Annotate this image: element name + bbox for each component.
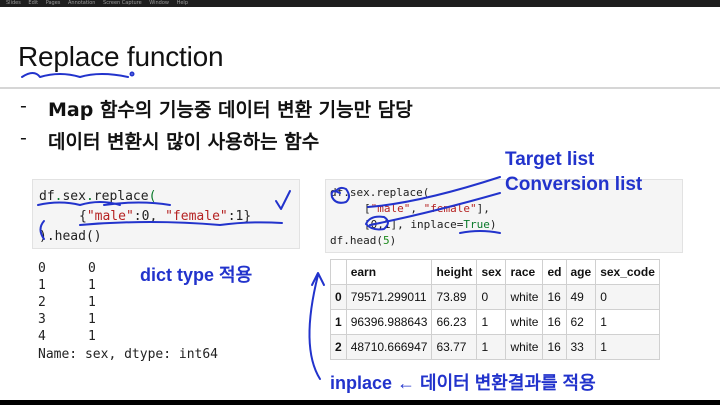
table-cell: 16 xyxy=(542,284,567,310)
table-cell: 1 xyxy=(595,309,660,335)
series-row: 11 xyxy=(38,278,96,293)
table-cell: 16 xyxy=(542,334,567,360)
menu-annotation[interactable]: Annotation xyxy=(68,0,95,6)
table-cell: white xyxy=(505,284,544,310)
series-row: 21 xyxy=(38,295,96,310)
menu-window[interactable]: Window xyxy=(149,0,169,6)
table-cell: 1 xyxy=(330,309,347,335)
table-cell: 96396.988643 xyxy=(345,309,433,335)
table-cell: 73.89 xyxy=(431,284,478,310)
table-cell: 0 xyxy=(476,284,507,310)
column-header: age xyxy=(565,259,597,285)
table-cell: 63.77 xyxy=(431,334,478,360)
table-cell: 1 xyxy=(476,334,507,360)
bullet-marker: - xyxy=(20,127,27,149)
table-cell: 1 xyxy=(476,309,507,335)
table-cell: 66.23 xyxy=(431,309,478,335)
table-cell: 1 xyxy=(595,334,660,360)
menu-slides[interactable]: Slides xyxy=(6,0,21,6)
column-header: ed xyxy=(542,259,567,285)
column-header: earn xyxy=(345,259,433,285)
column-header: sex xyxy=(476,259,507,285)
table-header-row: earn height sex race ed age sex_code xyxy=(330,259,660,285)
bullet-marker: - xyxy=(20,95,27,117)
menu-screen-capture[interactable]: Screen Capture xyxy=(103,0,142,6)
menu-edit[interactable]: Edit xyxy=(28,0,38,6)
code-line: df.sex.replace( xyxy=(330,186,430,199)
table-cell: 2 xyxy=(330,334,347,360)
series-row: 00 xyxy=(38,261,96,276)
dataframe-table: earn height sex race ed age sex_code 0 7… xyxy=(330,259,660,360)
annotation-conversion-list: Conversion list xyxy=(505,174,643,195)
menu-pages[interactable]: Pages xyxy=(46,0,61,6)
table-row: 1 96396.988643 66.23 1 white 16 62 1 xyxy=(330,309,660,335)
series-row: 31 xyxy=(38,312,96,327)
table-cell: 49 xyxy=(565,284,597,310)
table-cell: 0 xyxy=(330,284,347,310)
table-cell: white xyxy=(505,309,544,335)
inplace-arrow-ink xyxy=(308,272,325,380)
table-row: 2 48710.666947 63.77 1 white 16 33 1 xyxy=(330,334,660,360)
code-line: ["male", "female"], xyxy=(364,202,490,215)
code-line: {"male":0, "female":1} xyxy=(79,209,252,224)
bullet-text: Map 함수의 기능중 데이터 변환 기능만 담당 xyxy=(48,99,413,121)
code-cell-dict-replace: df.sex.replace( {"male":0, "female":1} )… xyxy=(32,179,300,249)
slide-title: Replace function xyxy=(18,41,224,72)
code-line: ).head() xyxy=(39,229,102,244)
column-header: race xyxy=(505,259,544,285)
slide-canvas: Replace function - Map 함수의 기능중 데이터 변환 기능… xyxy=(0,7,720,400)
column-header xyxy=(330,259,347,285)
annotation-target-list: Target list xyxy=(505,149,595,170)
code-line: df.head(5) xyxy=(330,234,397,247)
bottom-bar xyxy=(0,400,720,405)
table-cell: 48710.666947 xyxy=(345,334,433,360)
series-footer: Name: sex, dtype: int64 xyxy=(38,347,219,362)
series-row: 41 xyxy=(38,329,96,344)
table-row: 0 79571.299011 73.89 0 white 16 49 0 xyxy=(330,284,660,310)
code-line: [0,1], inplace=True) xyxy=(364,218,497,231)
table-cell: 16 xyxy=(542,309,567,335)
table-cell: 0 xyxy=(595,284,660,310)
column-header: height xyxy=(431,259,478,285)
title-underline-ink xyxy=(21,72,129,78)
bullet-text: 데이터 변환시 많이 사용하는 함수 xyxy=(48,131,320,153)
menu-help[interactable]: Help xyxy=(177,0,188,6)
table-cell: 79571.299011 xyxy=(345,284,433,310)
table-cell: white xyxy=(505,334,544,360)
column-header: sex_code xyxy=(595,259,660,285)
annotation-dict-type: dict type 적용 xyxy=(140,265,253,285)
code-line: df.sex.replace( xyxy=(39,189,157,204)
table-cell: 62 xyxy=(565,309,597,335)
title-divider xyxy=(0,87,720,89)
table-cell: 33 xyxy=(565,334,597,360)
app-menubar[interactable]: Slides Edit Pages Annotation Screen Capt… xyxy=(0,0,720,7)
annotation-inplace: inplace ← 데이터 변환결과를 적용 xyxy=(330,373,596,393)
